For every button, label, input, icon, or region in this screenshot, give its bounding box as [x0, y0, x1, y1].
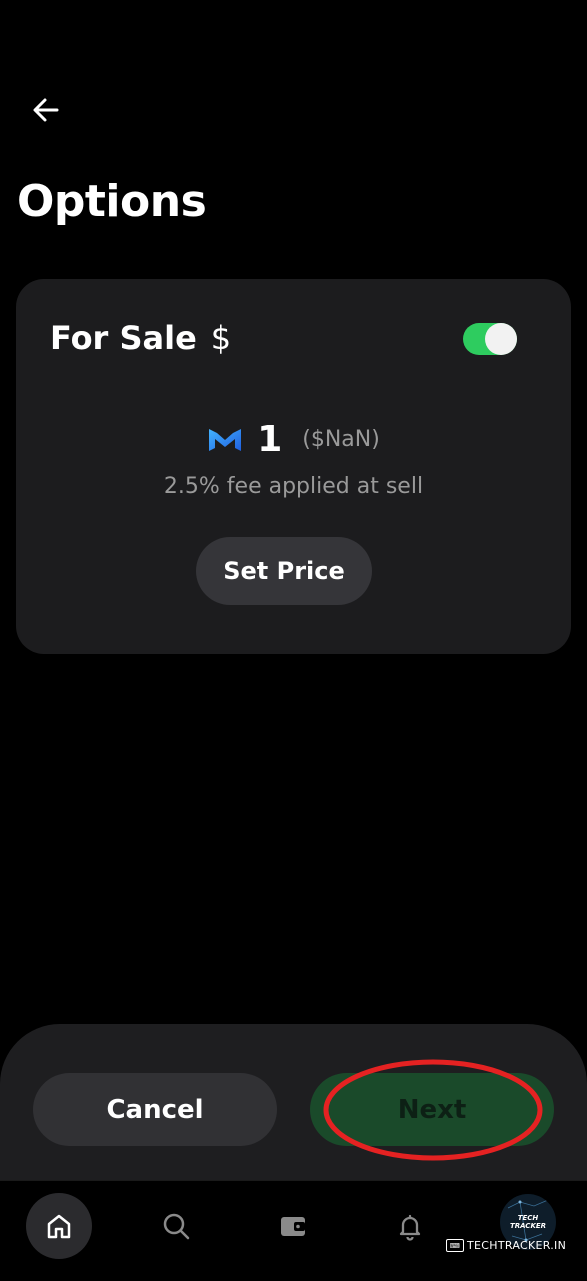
price-row: 1 ($NaN): [16, 419, 571, 460]
home-icon: [47, 1214, 71, 1239]
nav-search[interactable]: [143, 1193, 209, 1259]
page-title: Options: [17, 176, 207, 227]
watermark: ⌨ TECHTRACKER.IN: [446, 1239, 566, 1252]
bottom-nav-bar: TECH TRACKER: [0, 1180, 587, 1281]
watermark-logo-icon: ⌨: [446, 1239, 464, 1252]
bell-icon: [399, 1214, 421, 1241]
currency-symbol: $: [210, 319, 232, 357]
fiat-value: ($NaN): [302, 427, 380, 452]
back-button[interactable]: [26, 90, 66, 130]
arrow-left-icon: [33, 98, 59, 122]
cancel-button[interactable]: Cancel: [33, 1073, 277, 1146]
highlight-circle-annotation: [323, 1059, 543, 1161]
set-price-button[interactable]: Set Price: [196, 537, 372, 605]
nav-notifications[interactable]: [377, 1193, 443, 1259]
for-sale-toggle[interactable]: [463, 323, 517, 355]
price-amount: 1: [257, 419, 283, 460]
watermark-text: TECHTRACKER.IN: [467, 1239, 567, 1252]
for-sale-header: For Sale $: [50, 319, 231, 357]
for-sale-label: For Sale: [50, 319, 197, 357]
search-icon: [163, 1213, 190, 1240]
toggle-knob: [485, 323, 517, 355]
fee-text: 2.5% fee applied at sell: [163, 474, 424, 499]
wallet-icon: [281, 1217, 305, 1236]
nav-home[interactable]: [26, 1193, 92, 1259]
nav-wallet[interactable]: [260, 1193, 326, 1259]
for-sale-card: For Sale $ 1 ($NaN) 2.5% fee applied at …: [16, 279, 571, 654]
matic-icon: [209, 428, 242, 451]
avatar-label: TECH TRACKER: [509, 1214, 547, 1230]
